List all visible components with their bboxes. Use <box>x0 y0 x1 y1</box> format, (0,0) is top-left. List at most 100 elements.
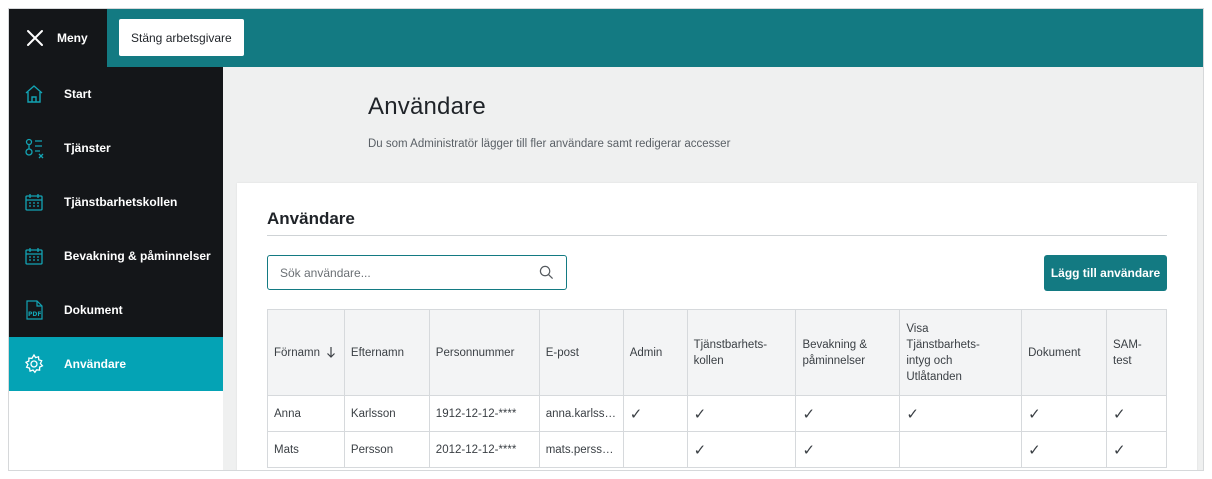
personal-number-cell: 1912-12-12-**** <box>428 395 540 432</box>
col-header-admin: Admin <box>622 309 688 396</box>
close-employer-button[interactable]: Stäng arbetsgivare <box>119 19 244 56</box>
email-cell: anna.karlss… <box>538 395 624 432</box>
sidebar-item-label: Användare <box>64 357 127 371</box>
card-title: Användare <box>267 209 355 228</box>
services-icon <box>23 137 45 159</box>
col-header-label: Efternamn <box>350 346 404 359</box>
svg-text:PDF: PDF <box>28 311 41 318</box>
home-icon <box>23 83 45 105</box>
col-header-efternamn: Efternamn <box>343 309 430 396</box>
col-header-sam-test: SAM-test <box>1106 309 1167 396</box>
sidebar-item-tjanster[interactable]: Tjänster <box>9 121 223 175</box>
close-icon <box>27 30 43 46</box>
email-cell-text: anna.karlss… <box>545 407 617 420</box>
add-user-button[interactable]: Lägg till användare <box>1044 255 1167 291</box>
first-name-cell-text: Anna <box>274 407 301 420</box>
table-header-row: Förnamn Efternamn Personnummer E-post Admin T… <box>267 309 1167 396</box>
col-header-label: Utlåtanden <box>906 370 962 383</box>
table-body: Anna Karlsson 1912-12-12-**** anna.karlss… ✓… <box>267 395 1167 468</box>
col-header-label: Tjänstbarhets- <box>693 338 768 351</box>
personal-number-cell-text: 1912-12-12-**** <box>435 407 517 420</box>
personal-number-cell-text: 2012-12-12-**** <box>435 443 517 456</box>
calendar-icon <box>23 191 45 213</box>
last-name-cell-text: Karlsson <box>350 407 396 420</box>
sidebar-item-anvandare[interactable]: Användare <box>9 337 223 391</box>
check-icon: ✓ <box>802 405 816 423</box>
search-input[interactable] <box>280 265 539 280</box>
top-bar: Meny Stäng arbetsgivare <box>9 9 1203 67</box>
permission-cell-tjanstbarhetskollen: ✓ <box>686 395 797 432</box>
gear-icon <box>23 353 45 375</box>
sidebar-item-label: Bevakning & påminnelser <box>64 249 211 263</box>
permission-cell-intyg <box>899 431 1023 468</box>
col-header-label: SAM- <box>1113 338 1142 351</box>
page-subtitle: Du som Administratör lägger till fler an… <box>368 138 731 150</box>
col-header-label: E-post <box>545 346 579 359</box>
permission-cell-dokument: ✓ <box>1021 431 1108 468</box>
sidebar-item-dokument[interactable]: PDF Dokument <box>9 283 223 337</box>
check-icon: ✓ <box>1028 405 1041 423</box>
col-header-label: påminnelser <box>802 354 866 367</box>
first-name-cell: Mats <box>267 431 345 468</box>
sidebar-item-label: Tjänster <box>64 141 111 155</box>
users-card: Användare Lägg till användare Förnamn Eft… <box>237 183 1197 470</box>
col-header-label: Visa <box>906 322 929 335</box>
permission-cell-bevakning: ✓ <box>795 431 901 468</box>
permission-cell-admin: ✓ <box>622 395 688 432</box>
permission-cell-sam-test: ✓ <box>1106 431 1167 468</box>
app-frame: Meny Stäng arbetsgivare Start Tjänster T… <box>8 8 1204 471</box>
permission-cell-tjanstbarhetskollen: ✓ <box>686 431 797 468</box>
permission-cell-sam-test: ✓ <box>1106 395 1167 432</box>
table-row[interactable]: Mats Persson 2012-12-12-**** mats.perss… ✓ ✓ ✓… <box>267 431 1167 468</box>
page-header: Användare Du som Administratör lägger ti… <box>368 93 730 150</box>
check-icon: ✓ <box>1113 441 1126 459</box>
search-icon[interactable] <box>539 265 554 280</box>
sidebar-item-bevakning[interactable]: Bevakning & påminnelser <box>9 229 223 283</box>
check-icon: ✓ <box>1113 405 1126 423</box>
email-cell-text: mats.perss… <box>545 443 614 456</box>
col-header-bevakning: Bevakning & påminnelser <box>795 309 901 396</box>
check-icon: ✓ <box>693 441 707 459</box>
table-row[interactable]: Anna Karlsson 1912-12-12-**** anna.karlss… ✓… <box>267 395 1167 432</box>
sidebar-nav: Start Tjänster Tjänstbarhetskollen Bevak… <box>9 67 223 391</box>
search-box <box>267 255 567 290</box>
menu-label: Meny <box>57 31 88 45</box>
permission-cell-dokument: ✓ <box>1021 395 1108 432</box>
permission-cell-bevakning: ✓ <box>795 395 901 432</box>
page-title: Användare <box>368 93 486 120</box>
col-header-label: Tjänstbarhets- <box>906 338 980 351</box>
divider <box>267 235 1167 236</box>
sidebar-item-start[interactable]: Start <box>9 67 223 121</box>
calendar-icon <box>23 245 45 267</box>
personal-number-cell: 2012-12-12-**** <box>428 431 540 468</box>
email-cell: mats.perss… <box>538 431 624 468</box>
sort-down-icon[interactable] <box>326 346 336 359</box>
col-header-label: intyg och <box>906 354 953 367</box>
last-name-cell: Persson <box>343 431 430 468</box>
users-table: Förnamn Efternamn Personnummer E-post Admin T… <box>267 309 1167 468</box>
first-name-cell-text: Mats <box>274 443 299 456</box>
col-header-dokument: Dokument <box>1021 309 1108 396</box>
check-icon: ✓ <box>1028 441 1041 459</box>
sidebar-item-tjanstbarhetskollen[interactable]: Tjänstbarhetskollen <box>9 175 223 229</box>
col-header-label: Dokument <box>1028 346 1081 359</box>
check-icon: ✓ <box>693 405 707 423</box>
sidebar: Start Tjänster Tjänstbarhetskollen Bevak… <box>9 67 223 470</box>
col-header-personnummer: Personnummer <box>428 309 540 396</box>
col-header-fornamn[interactable]: Förnamn <box>267 309 345 396</box>
pdf-icon: PDF <box>23 299 45 321</box>
col-header-epost: E-post <box>538 309 624 396</box>
col-header-label: kollen <box>693 354 724 367</box>
check-icon: ✓ <box>906 405 919 423</box>
first-name-cell: Anna <box>267 395 345 432</box>
last-name-cell-text: Persson <box>350 443 394 456</box>
menu-button[interactable]: Meny <box>9 9 107 67</box>
check-icon: ✓ <box>629 405 643 423</box>
last-name-cell: Karlsson <box>343 395 430 432</box>
check-icon: ✓ <box>802 441 816 459</box>
col-header-label: Personnummer <box>435 346 515 359</box>
col-header-label: test <box>1113 354 1132 367</box>
sidebar-item-label: Tjänstbarhetskollen <box>64 195 178 209</box>
col-header-intyg: Visa Tjänstbarhets-intyg och Utlåtanden <box>899 309 1023 396</box>
sidebar-item-label: Start <box>64 87 92 101</box>
